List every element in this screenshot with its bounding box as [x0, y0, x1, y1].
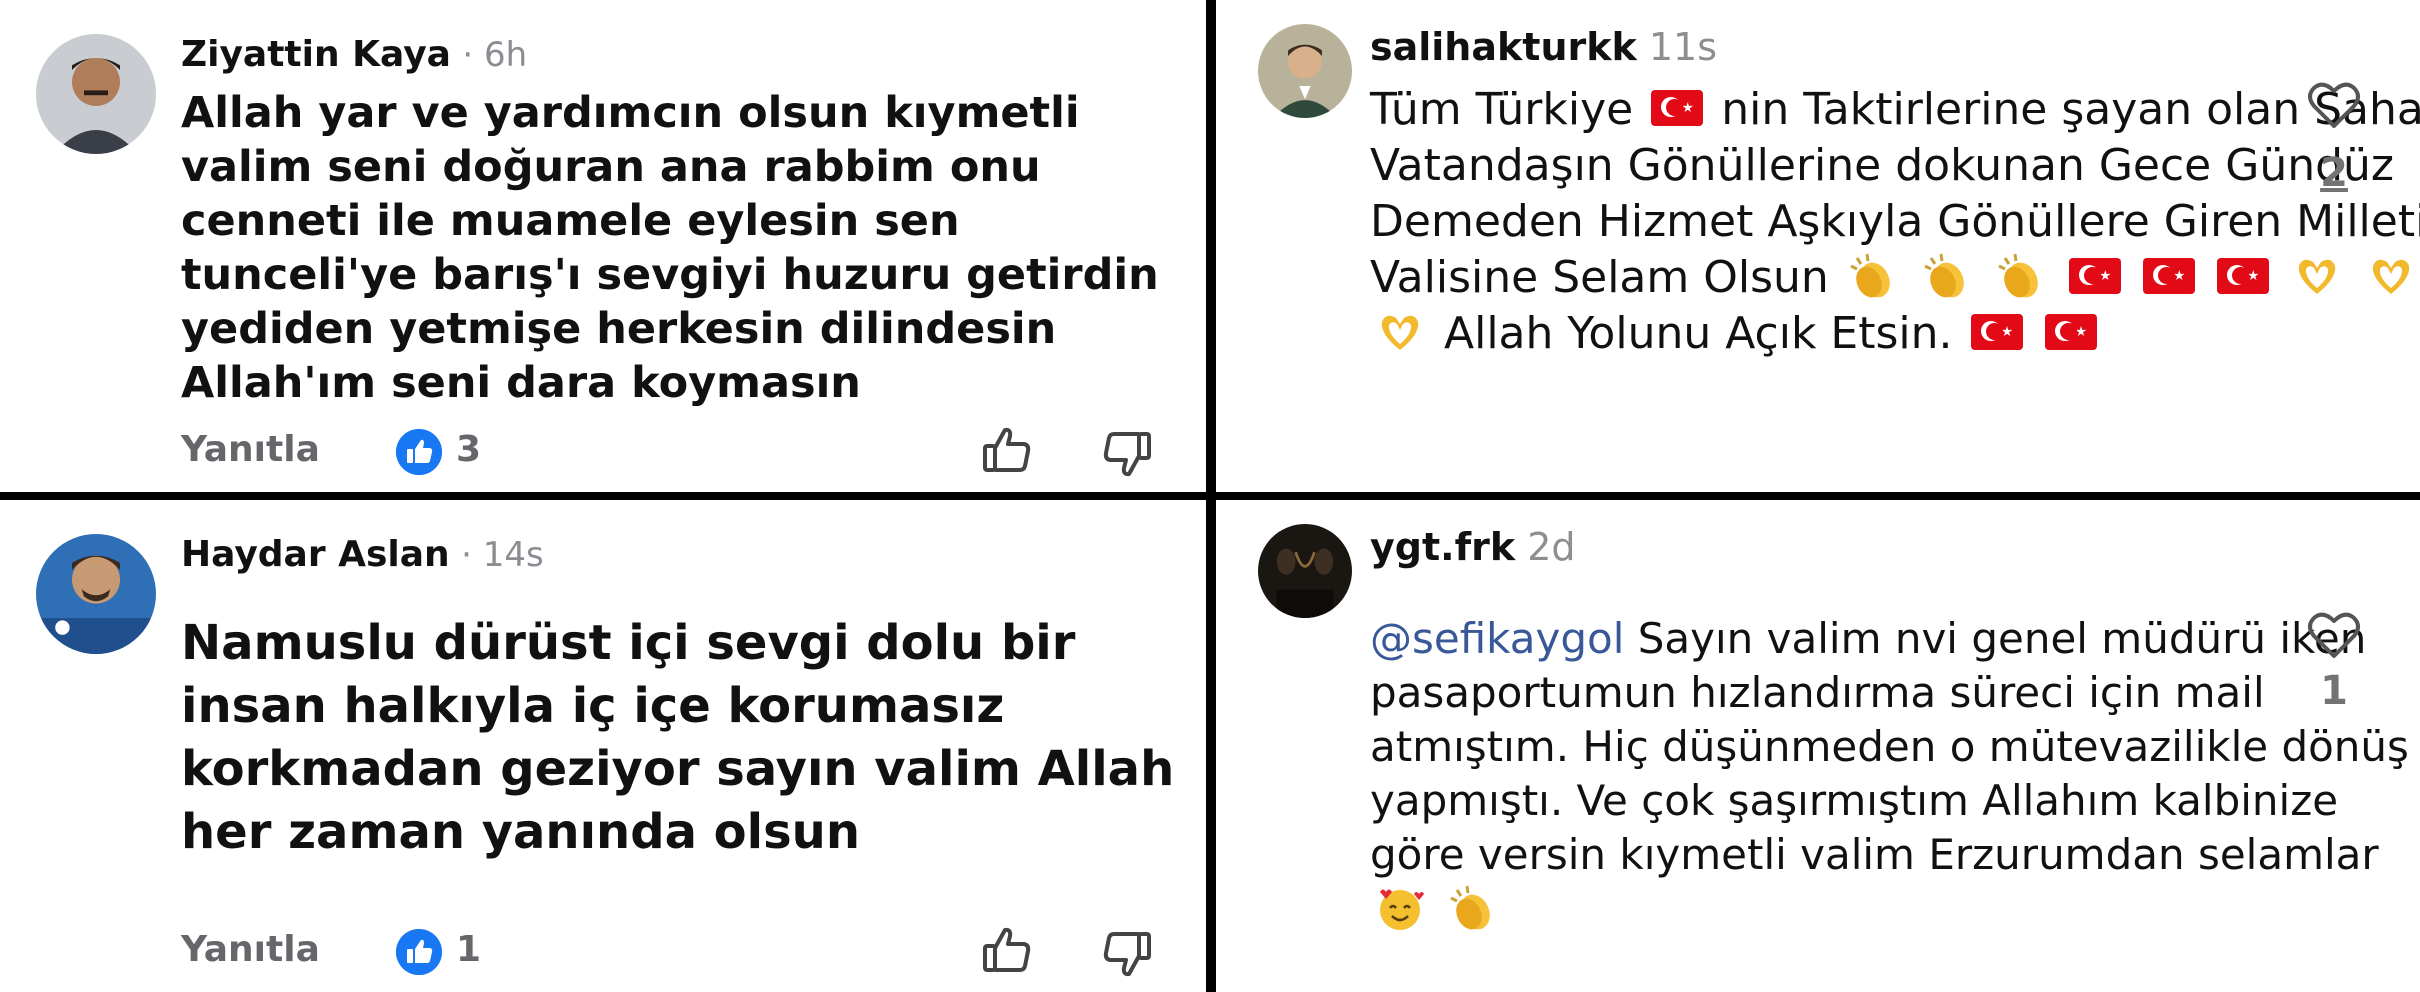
author-name[interactable]: Ziyattin Kaya [181, 34, 451, 75]
comment-text: @sefikaygol Sayın valim nvi genel müdürü… [1370, 612, 2420, 938]
comment-header: salihakturkk 11s [1370, 22, 1717, 72]
avatar[interactable] [1258, 524, 1352, 618]
author-name[interactable]: salihakturkk [1370, 25, 1637, 69]
comment-text: Allah yar ve yardımcın olsun kıymetli va… [181, 88, 1159, 408]
mention-link[interactable]: @sefikaygol [1370, 614, 1624, 663]
like-count: 3 [456, 429, 482, 470]
comment-salihakturkk: salihakturkk 11s Tüm Türkiye nin Taktirl… [1216, 0, 2420, 492]
turkish-flag-emoji [2142, 258, 2195, 294]
comment-ygt-frk: ygt.frk 2d @sefikaygol Sayın valim nvi g… [1216, 500, 2420, 992]
reply-button[interactable]: Yanıtla [181, 920, 320, 980]
author-name[interactable]: Haydar Aslan [181, 534, 450, 575]
comment-header: Haydar Aslan · 14s [181, 530, 544, 580]
timestamp: · 14s [461, 535, 544, 575]
comment-ziyattin-kaya: Ziyattin Kaya · 6h Allah yar ve yardımcı… [0, 0, 1206, 492]
comment-actions: Yanıtla 3 [181, 420, 1171, 480]
comment-actions: Yanıtla 1 [181, 920, 1171, 980]
thumbs-up-filled-icon [396, 429, 442, 475]
clapping-hands-emoji [1921, 250, 1973, 302]
comment-haydar-aslan: Haydar Aslan · 14s Namuslu dürüst içi se… [0, 500, 1206, 992]
turkish-flag-emoji [1970, 314, 2023, 350]
clapping-hands-emoji [1447, 882, 1499, 934]
comment-text-part: Tüm Türkiye [1370, 84, 1634, 135]
comment-text: Namuslu dürüst içi sevgi dolu bir insan … [181, 615, 1175, 860]
thumbs-down-outline-icon[interactable] [1101, 928, 1153, 980]
timestamp: · 6h [462, 35, 528, 75]
thumbs-up-outline-icon[interactable] [981, 424, 1033, 476]
avatar[interactable] [1258, 24, 1352, 118]
heart-hands-emoji [2365, 250, 2417, 302]
clapping-hands-emoji [1847, 250, 1899, 302]
timestamp: 11s [1648, 25, 1718, 69]
turkish-flag-emoji [2068, 258, 2121, 294]
comment-header: Ziyattin Kaya · 6h [181, 30, 527, 80]
clapping-hands-emoji [1995, 250, 2047, 302]
like-count[interactable]: 2 [2302, 150, 2366, 196]
author-name[interactable]: ygt.frk [1370, 525, 1515, 569]
heart-hands-emoji [1374, 306, 1426, 358]
comment-text: Tüm Türkiye nin Taktirlerine şayan olan … [1370, 82, 2420, 362]
thumbs-up-outline-icon[interactable] [981, 924, 1033, 976]
comment-text-part: Allah Yolunu Açık Etsin. [1444, 308, 1953, 359]
comment-header: ygt.frk 2d [1370, 522, 1576, 572]
like-count: 1 [456, 929, 482, 970]
heart-hands-emoji [2291, 250, 2343, 302]
turkish-flag-emoji [1651, 90, 1704, 126]
thumbs-up-filled-icon [396, 929, 442, 975]
turkish-flag-emoji [2044, 314, 2097, 350]
avatar[interactable] [36, 534, 156, 654]
heart-outline-icon[interactable] [2306, 610, 2362, 660]
like-count[interactable]: 1 [2302, 668, 2366, 714]
turkish-flag-emoji [2216, 258, 2269, 294]
heart-outline-icon[interactable] [2306, 80, 2362, 130]
smiling-face-with-hearts-emoji [1374, 882, 1426, 934]
thumbs-down-outline-icon[interactable] [1101, 428, 1153, 480]
avatar[interactable] [36, 34, 156, 154]
timestamp: 2d [1527, 525, 1576, 569]
reply-button[interactable]: Yanıtla [181, 420, 320, 480]
